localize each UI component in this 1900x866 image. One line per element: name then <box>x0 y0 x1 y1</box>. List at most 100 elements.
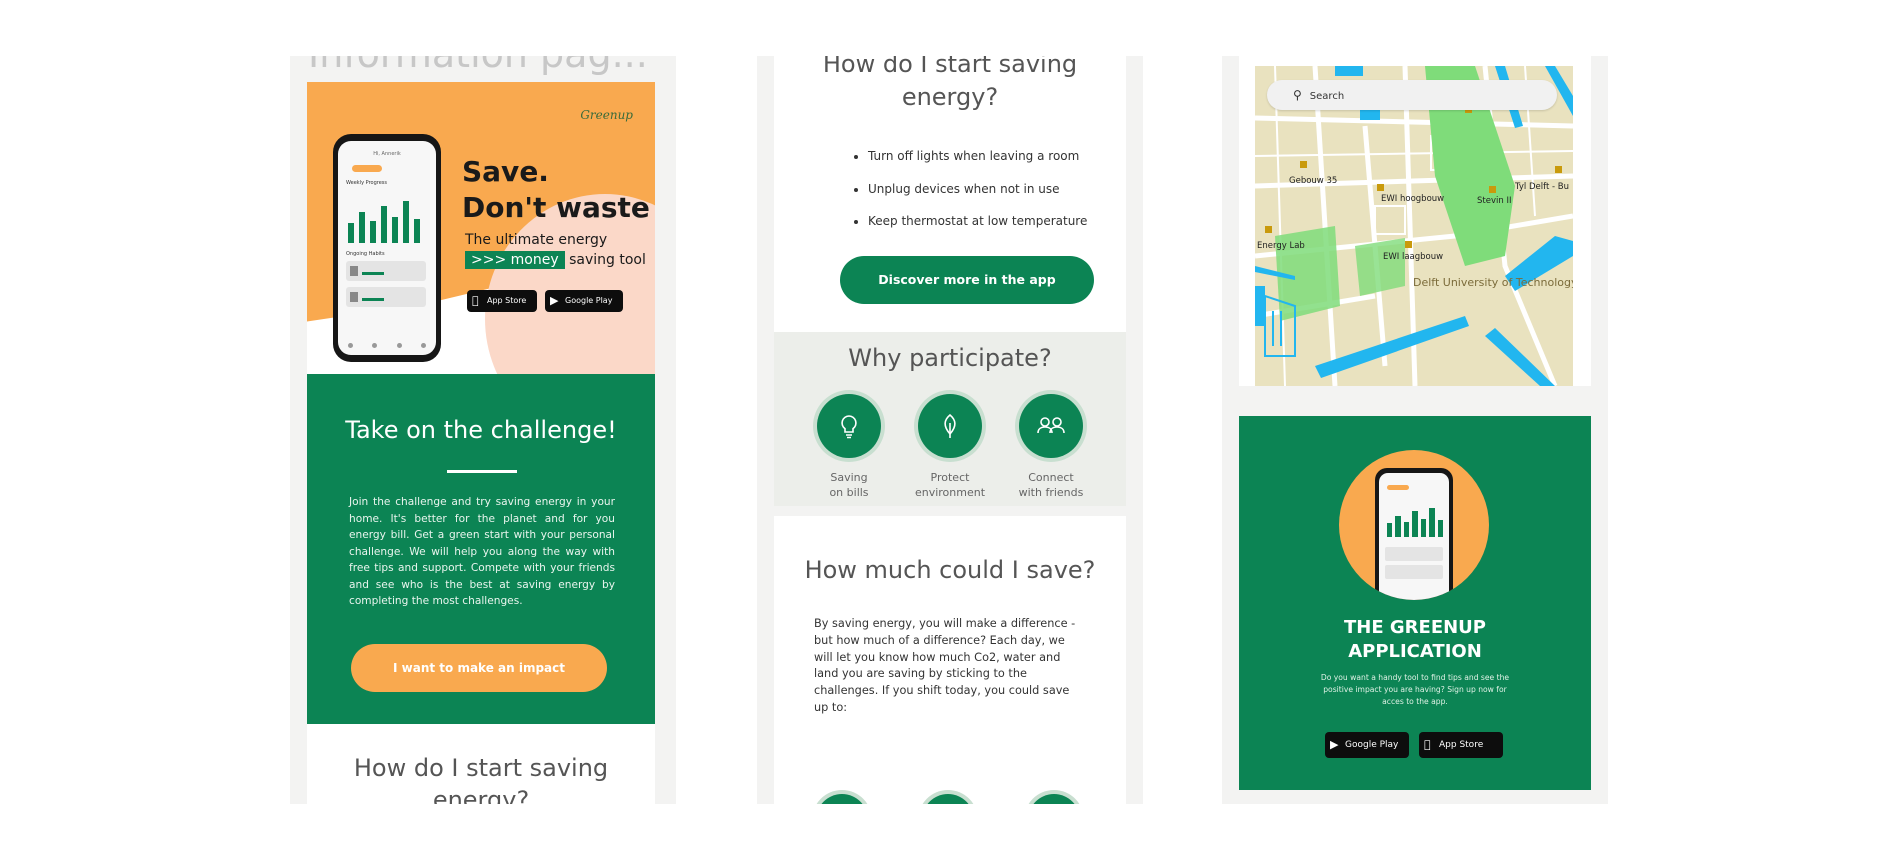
mockup-bar-chart <box>1387 507 1443 537</box>
map-section: ⚲ Search Delft University of Technology E… <box>1239 56 1591 386</box>
play-icon: ▶ <box>550 294 559 307</box>
tip-item: Turn off lights when leaving a room <box>868 140 1087 173</box>
mockup-bar <box>1437 520 1443 537</box>
discover-app-button[interactable]: Discover more in the app <box>840 256 1094 304</box>
challenge-section: Take on the challenge! Join the challeng… <box>307 374 655 724</box>
savings-body: By saving energy, you will make a differ… <box>814 617 1076 714</box>
map-label: Gebouw 35 <box>1289 176 1338 186</box>
hero-headline-line1: Save. <box>462 155 549 188</box>
mockup-bar <box>403 201 409 243</box>
phone-screen <box>1379 473 1449 600</box>
page-preview-map-app: ⚲ Search Delft University of Technology E… <box>1222 56 1608 804</box>
savings-stat-circle <box>1028 794 1080 804</box>
search-placeholder: Search <box>1309 91 1345 102</box>
hero-money-tag: >>> money <box>465 251 565 269</box>
benefit-saving-bills: Saving on bills <box>799 394 899 500</box>
app-promo-title-line1: THE GREENUP <box>1343 617 1486 638</box>
google-play-badge[interactable]: ▶ Google Play <box>1325 732 1409 758</box>
search-icon: ⚲ <box>1293 88 1302 102</box>
app-promo-title: THE GREENUP APPLICATION <box>1239 616 1591 664</box>
mockup-habits-label: Ongoing Habits <box>346 251 385 257</box>
why-participate-section: Why participate? Saving on bills Protect e… <box>774 332 1126 506</box>
howto-heading: How do I start saving energy? <box>822 56 1078 111</box>
mockup-greeting: Hi, Annerik <box>373 151 401 157</box>
app-store-badge[interactable]:  App Store <box>1419 732 1503 758</box>
mockup-bar <box>381 206 387 243</box>
make-impact-button[interactable]: I want to make an impact <box>351 644 607 692</box>
mockup-nav-bar <box>338 343 436 351</box>
map-label: Energy Lab <box>1257 241 1305 251</box>
mockup-bar-chart <box>348 199 424 243</box>
map-graphic <box>1255 66 1573 386</box>
savings-title: How much could I save? <box>804 556 1096 584</box>
mockup-habit-row <box>1385 565 1443 579</box>
map-label: Stevin II <box>1477 196 1512 206</box>
mockup-bar <box>1429 508 1435 537</box>
leaf-icon <box>918 394 982 458</box>
mockup-habit-row <box>1385 547 1443 561</box>
tip-item: Unplug devices when not in use <box>868 173 1087 206</box>
apple-icon:  <box>1424 732 1431 758</box>
hero-subtitle-line1: The ultimate energy <box>465 232 608 248</box>
app-store-label: App Store <box>1439 740 1484 750</box>
map-search-input[interactable]: ⚲ Search <box>1267 80 1557 110</box>
map-label: Tyl Delft - Bu <box>1515 182 1569 192</box>
map-label-university: Delft University of Technology <box>1413 276 1573 289</box>
mockup-bar <box>414 219 420 243</box>
app-promo-title-line2: APPLICATION <box>1348 641 1482 662</box>
mockup-progress-label: Weekly Progress <box>346 180 387 186</box>
mockup-bar <box>1403 522 1410 537</box>
mockup-bar <box>348 223 354 243</box>
howto-heading: How do I start saving energy? <box>353 754 609 804</box>
mockup-habit-row <box>346 261 426 281</box>
phone-screen: Hi, Annerik Weekly Progress Ongoing Habi… <box>338 141 436 355</box>
savings-stat-circle <box>816 794 868 804</box>
mockup-bar <box>1412 511 1418 537</box>
benefit-label: Connect with friends <box>1018 471 1084 499</box>
app-promo-section: THE GREENUP APPLICATION Do you want a ha… <box>1239 416 1591 790</box>
title-underline <box>447 470 517 473</box>
hero-headline-line2: Don't waste <box>462 191 650 224</box>
challenge-body: Join the challenge and try saving energy… <box>349 496 615 607</box>
mockup-tab <box>352 165 382 172</box>
tips-list: Turn off lights when leaving a room Unpl… <box>856 140 1087 238</box>
tip-item: Keep thermostat at low temperature <box>868 205 1087 238</box>
hero-subtitle-line2: saving tool <box>569 252 646 268</box>
campus-map[interactable]: ⚲ Search Delft University of Technology E… <box>1255 66 1573 386</box>
app-promo-body: Do you want a handy tool to find tips an… <box>1320 673 1510 706</box>
page-title: Information pag... <box>308 56 648 76</box>
mockup-bar <box>359 212 365 243</box>
map-label: EWI hoogbouw <box>1381 194 1445 204</box>
mockup-habit-row <box>346 287 426 307</box>
howto-section: How do I start saving energy? Turn off l… <box>774 56 1126 332</box>
hero-headline: Save. Don't waste <box>462 154 650 226</box>
mockup-bar <box>1387 523 1393 537</box>
mockup-bar <box>392 217 398 243</box>
brand-logo: Greenup <box>580 108 633 122</box>
benefit-protect-environment: Protect environment <box>900 394 1000 500</box>
apple-icon:  <box>472 290 479 312</box>
hero-subtitle: The ultimate energy >>> money saving too… <box>465 230 646 270</box>
page-preview-landing: Information pag... Greenup Hi, Annerik W… <box>290 56 676 804</box>
google-play-badge[interactable]: ▶ Google Play <box>545 290 623 312</box>
app-phone-circle <box>1339 450 1489 600</box>
savings-section: How much could I save? By saving energy,… <box>774 516 1126 804</box>
map-label: EWI laagbouw <box>1383 252 1444 262</box>
page-preview-tips: How do I start saving energy? Turn off l… <box>757 56 1143 804</box>
phone-mockup: Hi, Annerik Weekly Progress Ongoing Habi… <box>333 134 441 362</box>
hero-banner: Greenup Hi, Annerik Weekly Progress Ongo… <box>307 82 655 374</box>
app-store-badge[interactable]:  App Store <box>467 290 537 312</box>
google-play-label: Google Play <box>1345 740 1399 750</box>
benefit-label: Protect environment <box>914 471 986 499</box>
google-play-label: Google Play <box>565 296 613 305</box>
phone-mockup <box>1375 468 1453 600</box>
mockup-bar <box>1420 519 1427 537</box>
mockup-bar <box>370 221 376 243</box>
mockup-tab <box>1387 485 1409 490</box>
lightbulb-icon <box>817 394 881 458</box>
people-icon <box>1019 394 1083 458</box>
challenge-title: Take on the challenge! <box>345 416 617 444</box>
why-title: Why participate? <box>848 344 1052 372</box>
howto-teaser: How do I start saving energy? <box>307 724 655 804</box>
savings-stat-circle <box>922 794 974 804</box>
